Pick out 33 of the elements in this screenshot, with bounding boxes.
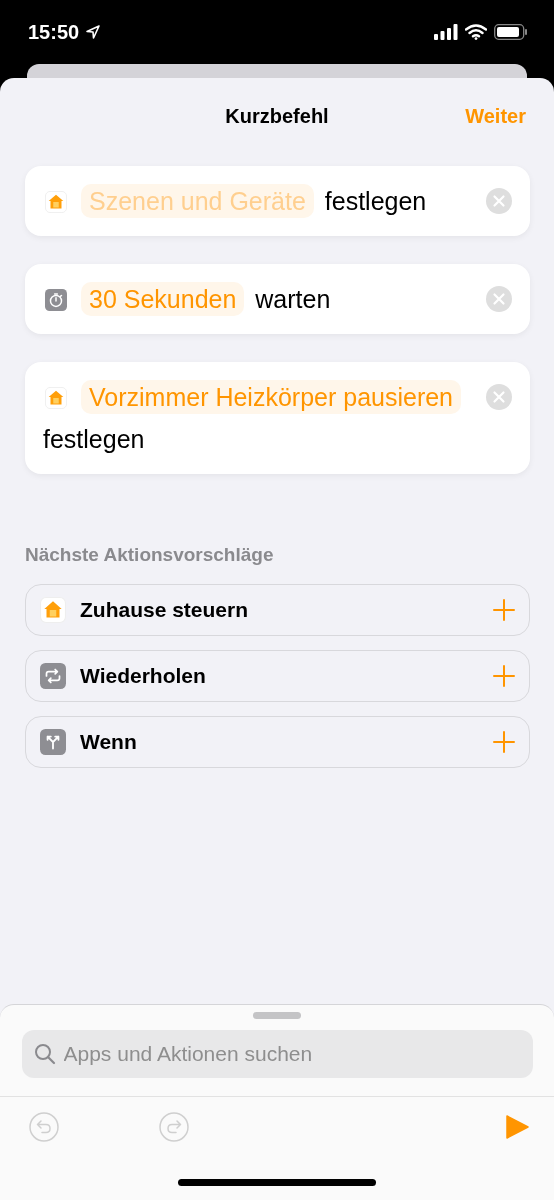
suggestion-row[interactable]: Wiederholen — [25, 650, 530, 702]
remove-icon[interactable] — [486, 286, 512, 312]
house-icon — [45, 191, 67, 213]
suggestion-row[interactable]: Zuhause steuern — [25, 584, 530, 636]
remove-icon[interactable] — [486, 188, 512, 214]
action-verb: festlegen — [43, 425, 145, 453]
search-field[interactable]: Apps und Aktionen suchen — [21, 1030, 533, 1078]
parameter-token[interactable]: 30 Sekunden — [81, 282, 245, 316]
section-header: Nächste Aktionsvorschläge — [25, 544, 275, 566]
wifi-icon — [465, 24, 487, 40]
clock: 15:50 — [28, 20, 80, 44]
next-button[interactable]: Weiter — [465, 104, 526, 128]
house-icon — [40, 597, 66, 623]
location-arrow-icon — [85, 24, 102, 40]
parameter-token[interactable]: Vorzimmer Heizkörper pausieren — [81, 380, 462, 414]
play-icon[interactable] — [504, 1114, 530, 1140]
battery-icon — [494, 24, 528, 40]
action-verb: warten — [255, 285, 331, 313]
search-icon — [33, 1043, 56, 1065]
parameter-token[interactable]: Szenen und Geräte — [81, 184, 314, 218]
stopwatch-icon — [45, 289, 67, 311]
house-icon — [45, 387, 67, 409]
grabber-handle[interactable] — [253, 1012, 301, 1019]
branch-icon — [40, 729, 66, 755]
suggestion-row[interactable]: Wenn — [25, 716, 530, 768]
plus-icon[interactable] — [493, 665, 515, 687]
plus-icon[interactable] — [493, 599, 515, 621]
action-verb: festlegen — [324, 187, 427, 215]
signal-icon — [434, 24, 458, 40]
remove-icon[interactable] — [486, 384, 512, 410]
plus-icon[interactable] — [493, 731, 515, 753]
nav-title: Kurzbefehl — [225, 104, 329, 128]
repeat-icon — [40, 663, 66, 689]
